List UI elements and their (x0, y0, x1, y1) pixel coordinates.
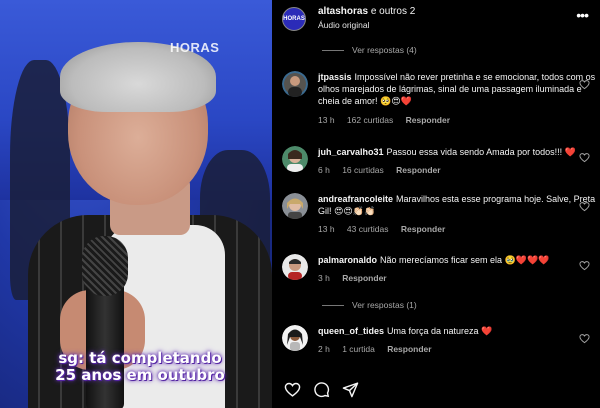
microphone-head (82, 236, 128, 296)
comment-like-heart-icon[interactable] (579, 260, 590, 271)
owner-line: altashoras e outros 2 (318, 6, 415, 17)
comment-like-heart-icon[interactable] (579, 79, 590, 90)
comment-time[interactable]: 6 h (318, 165, 330, 175)
audio-link[interactable]: Áudio original (318, 20, 370, 30)
comment-emoji: 🥹❤️❤️❤️ (504, 256, 550, 266)
comment-time[interactable]: 13 h (318, 115, 335, 125)
comment-username[interactable]: juh_carvalho31 (318, 147, 384, 157)
reply-button[interactable]: Responder (396, 165, 440, 175)
comment-icon[interactable] (313, 381, 330, 398)
comment-text: Passou essa vida sendo Amada por todos!!… (386, 147, 563, 157)
comment-username[interactable]: jtpassis (318, 72, 352, 82)
comment-text: Impossível não rever pretinha e se emoci… (318, 72, 596, 107)
comment-emoji: 😍😍👏🏻👏🏻 (334, 207, 376, 218)
comment-like-heart-icon[interactable] (579, 152, 590, 163)
comment-likes[interactable]: 1 curtida (342, 344, 375, 354)
comment-username[interactable]: palmaronaldo (318, 255, 377, 265)
commenter-avatar[interactable] (282, 146, 308, 172)
share-icon[interactable] (342, 381, 359, 398)
comment-meta: 3 h Responder (318, 272, 596, 284)
caption-line-1: sg: tá completando (58, 349, 222, 367)
commenter-avatar[interactable] (282, 193, 308, 219)
commenter-avatar[interactable] (282, 254, 308, 280)
post-actions (284, 381, 359, 398)
channel-logo: HORAS (170, 40, 220, 55)
comment-meta: 13 h 162 curtidas Responder (318, 114, 596, 126)
replies-divider (322, 49, 344, 51)
commenter-avatar[interactable] (282, 71, 308, 97)
comment-body: jtpassis Impossível não rever pretinha e … (318, 71, 596, 126)
caption-line-2: 25 anos em outubro (55, 366, 225, 384)
comment-body: queen_of_tides Uma força da natureza ❤️ 2… (318, 325, 596, 355)
comment-emoji: ❤️ (481, 327, 493, 337)
more-horizontal-icon[interactable]: ••• (576, 7, 589, 23)
view-replies-label: Ver respostas (1) (352, 300, 417, 310)
comment-text: Uma força da natureza (387, 326, 479, 336)
comment-emoji: ❤️ (564, 148, 576, 158)
comment-meta: 13 h 43 curtidas Responder (318, 223, 596, 235)
comment-meta: 2 h 1 curtida Responder (318, 343, 596, 355)
comment-time[interactable]: 3 h (318, 273, 330, 283)
reply-button[interactable]: Responder (342, 273, 386, 283)
view-replies-toggle[interactable]: Ver respostas (4) (322, 45, 417, 55)
commenter-avatar[interactable] (282, 325, 308, 351)
video-frame[interactable]: HORAS sg: tá completando 25 anos em outu… (0, 0, 272, 408)
comment-body: palmaronaldo Não merecíamos ficar sem ela… (318, 254, 596, 284)
comment-meta: 6 h 16 curtidas Responder (318, 164, 596, 176)
comment-like-heart-icon[interactable] (579, 201, 590, 212)
comment-body: juh_carvalho31 Passou essa vida sendo Ama… (318, 146, 596, 176)
comment-likes[interactable]: 43 curtidas (347, 224, 389, 234)
comment-emoji: 🥺😍❤️ (380, 97, 412, 108)
view-replies-toggle[interactable]: Ver respostas (1) (322, 300, 417, 310)
owner-avatar[interactable]: HORAS (282, 7, 306, 31)
replies-divider (322, 304, 344, 306)
reply-button[interactable]: Responder (406, 115, 450, 125)
owner-suffix[interactable]: e outros 2 (371, 6, 415, 17)
comment-time[interactable]: 13 h (318, 224, 335, 234)
view-replies-label: Ver respostas (4) (352, 45, 417, 55)
post-header: HORAS altashoras e outros 2 Áudio origin… (282, 3, 592, 33)
comment-body: andreafrancoleite Maravilhos esta esse pr… (318, 193, 596, 236)
like-heart-icon[interactable] (284, 381, 301, 398)
owner-username[interactable]: altashoras (318, 6, 368, 17)
comment-username[interactable]: queen_of_tides (318, 326, 384, 336)
reply-button[interactable]: Responder (401, 224, 445, 234)
comment-time[interactable]: 2 h (318, 344, 330, 354)
comment-username[interactable]: andreafrancoleite (318, 194, 393, 204)
comment-text: Não merecíamos ficar sem ela (380, 255, 503, 265)
reply-button[interactable]: Responder (387, 344, 431, 354)
comment-likes[interactable]: 16 curtidas (342, 165, 384, 175)
comment-like-heart-icon[interactable] (579, 333, 590, 344)
comments-panel: HORAS altashoras e outros 2 Áudio origin… (272, 0, 600, 408)
video-caption: sg: tá completando 25 anos em outubro (40, 350, 240, 384)
comment-likes[interactable]: 162 curtidas (347, 115, 393, 125)
